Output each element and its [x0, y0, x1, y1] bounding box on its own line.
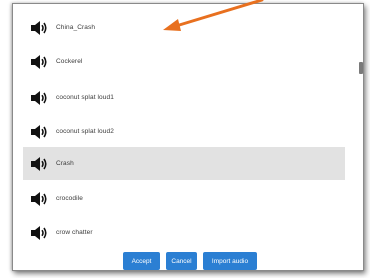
sound-name-label: coconut splat loud1: [56, 94, 114, 101]
sound-name-label: Crash: [56, 160, 74, 167]
import-audio-button[interactable]: Import audio: [203, 252, 257, 270]
sound-picker-dialog: China_Crash Cockerel coconut splat loud1 co…: [12, 3, 364, 271]
sound-name-label: crocodile: [56, 195, 83, 202]
sound-name-label: China_Crash: [56, 24, 96, 31]
speaker-icon[interactable]: [31, 90, 49, 105]
list-item[interactable]: coconut splat loud2: [23, 115, 345, 148]
scrollbar-thumb[interactable]: [359, 62, 363, 74]
list-item[interactable]: coconut splat loud1: [23, 81, 345, 114]
screenshot-stage: China_Crash Cockerel coconut splat loud1 co…: [0, 0, 370, 278]
list-item[interactable]: crow chatter: [23, 216, 345, 242]
accept-button[interactable]: Accept: [123, 252, 160, 270]
speaker-icon[interactable]: [31, 156, 49, 171]
list-item[interactable]: crocodile: [23, 182, 345, 215]
speaker-icon[interactable]: [31, 225, 49, 240]
speaker-icon[interactable]: [31, 191, 49, 206]
cancel-button[interactable]: Cancel: [166, 252, 197, 270]
speaker-icon[interactable]: [31, 20, 49, 35]
sound-name-label: coconut splat loud2: [56, 128, 114, 135]
list-item[interactable]: Crash: [23, 147, 345, 180]
speaker-icon[interactable]: [31, 124, 49, 139]
list-item[interactable]: Cockerel: [23, 45, 345, 78]
speaker-icon[interactable]: [31, 54, 49, 69]
list-item[interactable]: China_Crash: [23, 11, 345, 44]
sound-name-label: crow chatter: [56, 229, 93, 236]
sound-list[interactable]: China_Crash Cockerel coconut splat loud1 co…: [23, 4, 345, 242]
dialog-button-bar: Accept Cancel Import audio: [13, 252, 365, 270]
sound-name-label: Cockerel: [56, 58, 83, 65]
